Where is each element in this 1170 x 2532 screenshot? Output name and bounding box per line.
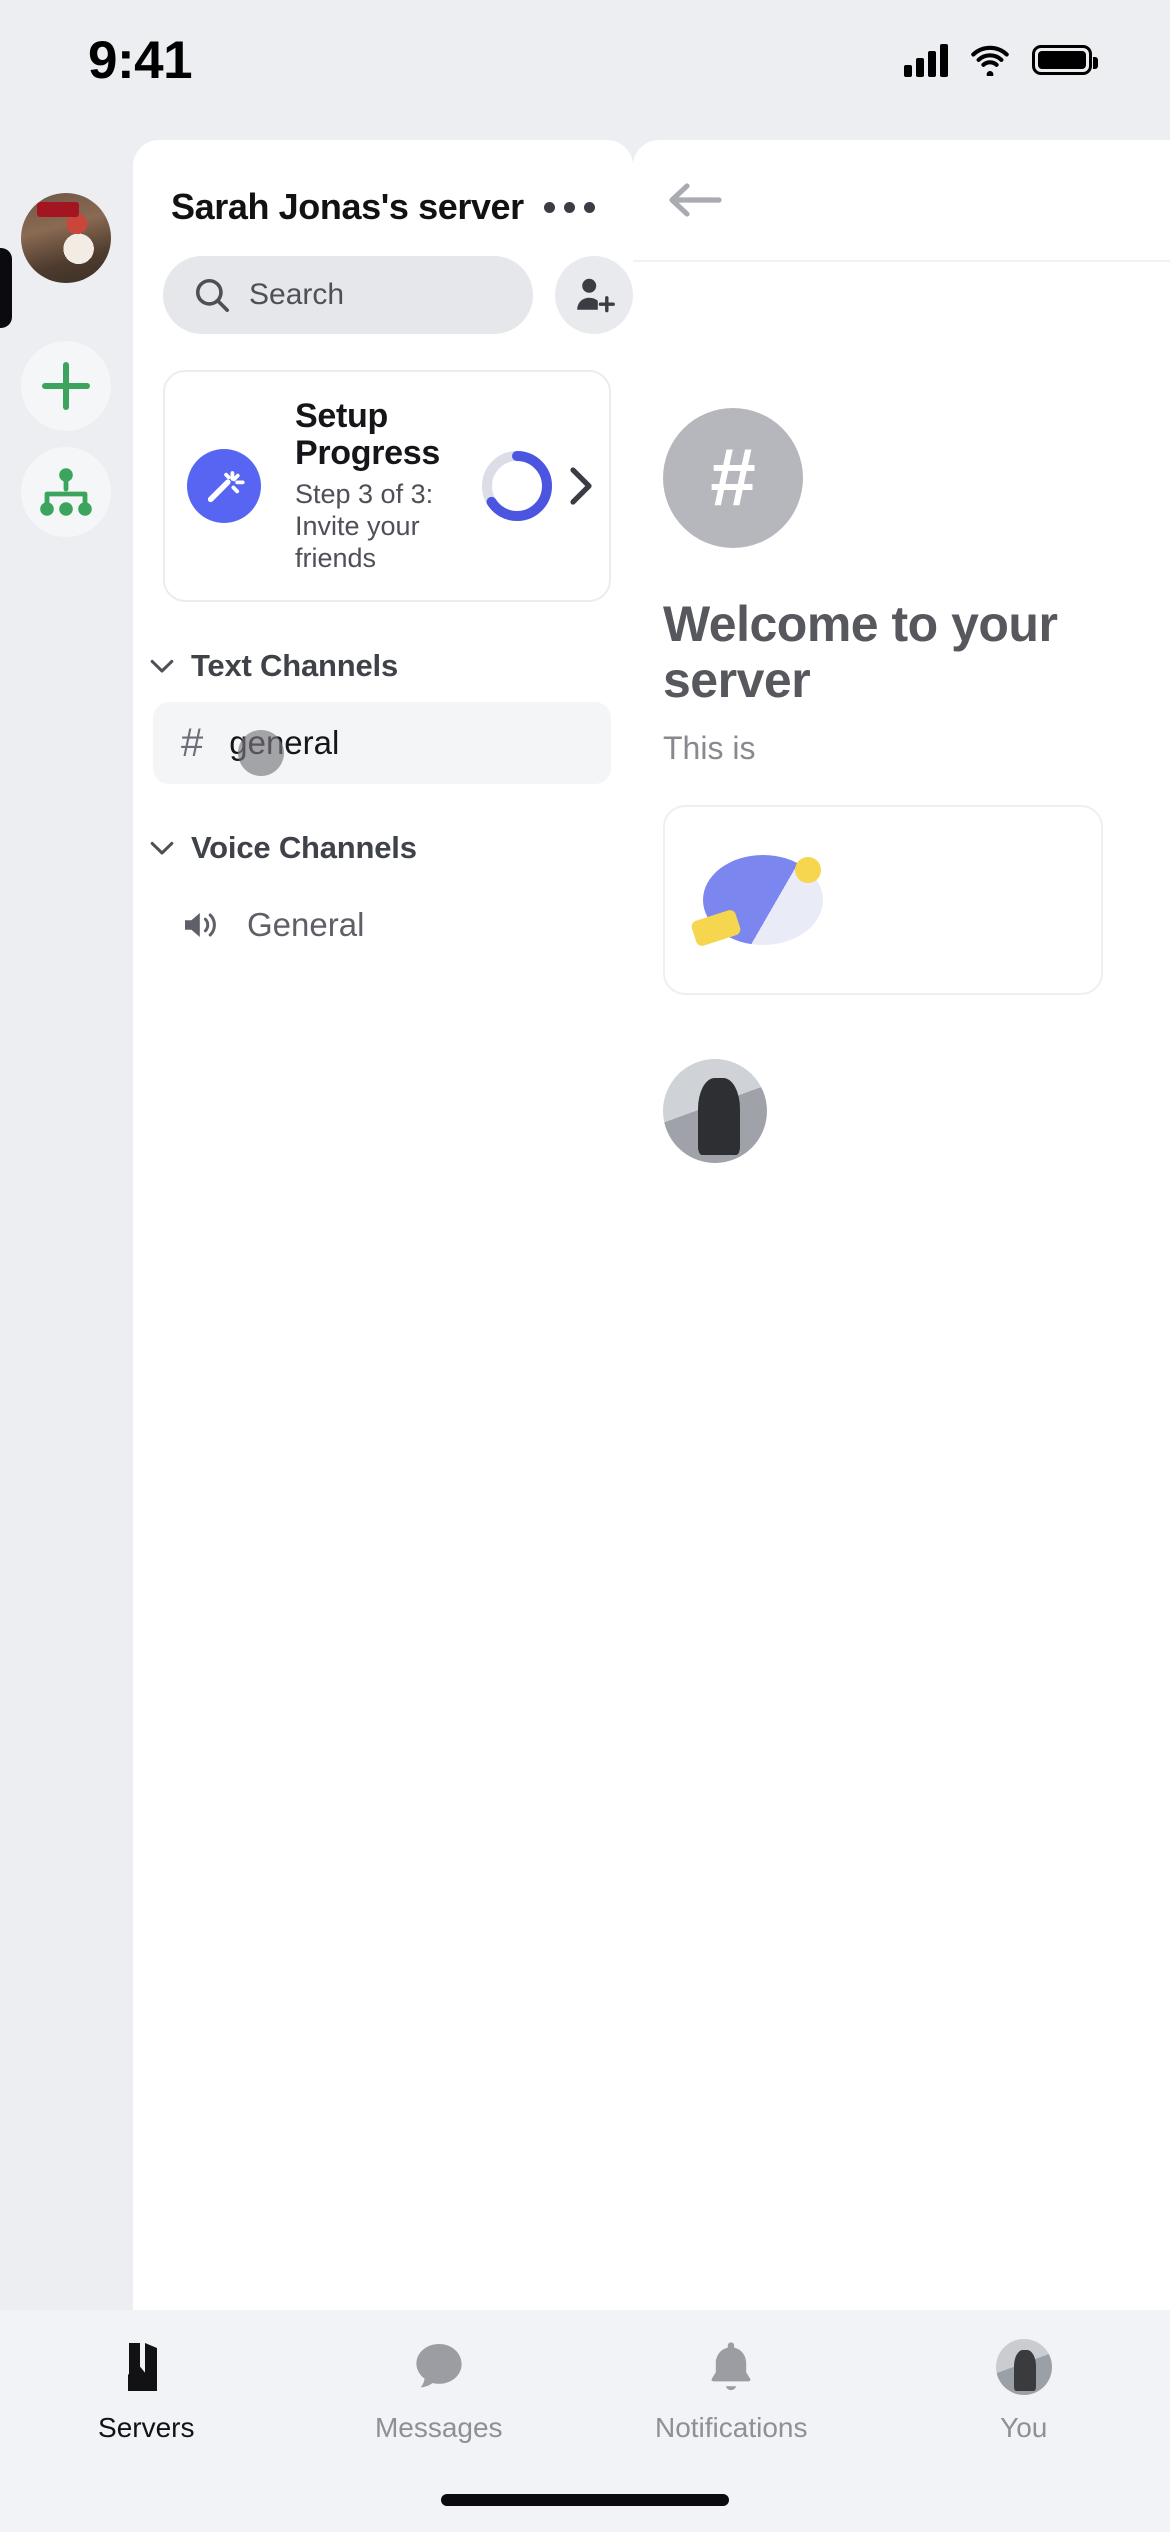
tab-label: Notifications bbox=[654, 2412, 808, 2443]
tab-label: Messages bbox=[374, 2412, 503, 2443]
tab-label: You bbox=[1000, 2412, 1048, 2443]
server-rail bbox=[0, 120, 133, 2310]
channel-hash-badge: # bbox=[663, 408, 803, 548]
tab-servers[interactable]: Servers bbox=[0, 2336, 293, 2444]
onboarding-card[interactable] bbox=[663, 805, 1103, 995]
setup-progress-text: Setup Progress Step 3 of 3: Invite your … bbox=[261, 397, 479, 574]
section-header-voice-channels[interactable]: Voice Channels bbox=[133, 830, 633, 866]
section-label: Text Channels bbox=[191, 648, 398, 684]
user-avatar-icon bbox=[995, 2336, 1052, 2398]
hash-icon: # bbox=[710, 432, 756, 523]
rocket-icon bbox=[703, 855, 823, 945]
channel-item-general-text[interactable]: # general bbox=[153, 702, 611, 785]
search-icon bbox=[195, 278, 230, 313]
hierarchy-icon bbox=[40, 468, 92, 516]
tab-label: Servers bbox=[98, 2412, 195, 2443]
setup-progress-title: Setup Progress bbox=[295, 397, 441, 473]
channel-content-header bbox=[633, 140, 1170, 262]
magic-wand-icon bbox=[207, 471, 245, 503]
more-horizontal-icon[interactable] bbox=[536, 192, 603, 223]
tab-notifications[interactable]: Notifications bbox=[585, 2336, 878, 2444]
channel-name: General bbox=[247, 906, 365, 944]
message-row bbox=[663, 1059, 1170, 1163]
speaker-icon bbox=[185, 913, 216, 938]
touch-indicator bbox=[238, 730, 284, 776]
status-bar-time: 9:41 bbox=[88, 30, 193, 90]
active-server-indicator bbox=[0, 248, 12, 328]
plus-icon-vertical bbox=[63, 362, 69, 410]
phone-screen: 9:41 # Welcome to your server This is Sa… bbox=[0, 0, 1170, 2532]
tab-you[interactable]: You bbox=[878, 2336, 1170, 2444]
invite-people-button[interactable] bbox=[555, 256, 633, 334]
channel-content-panel: # Welcome to your server This is bbox=[633, 140, 1170, 2310]
search-input[interactable]: Search bbox=[163, 256, 533, 334]
chevron-down-icon bbox=[150, 660, 174, 673]
channel-item-general-voice[interactable]: General bbox=[153, 884, 611, 966]
wifi-icon bbox=[971, 45, 1009, 76]
server-header: Sarah Jonas's server bbox=[133, 140, 633, 228]
search-placeholder: Search bbox=[249, 278, 345, 311]
status-bar-indicators bbox=[904, 43, 1098, 77]
search-row: Search bbox=[133, 228, 633, 334]
add-server-button[interactable] bbox=[21, 341, 111, 431]
setup-progress-subtitle: Step 3 of 3: Invite your friends bbox=[295, 478, 434, 573]
magic-wand-icon-container bbox=[187, 449, 261, 524]
channel-welcome-body: # Welcome to your server This is bbox=[633, 408, 1170, 1163]
arrow-left-icon[interactable] bbox=[665, 176, 727, 224]
welcome-title: Welcome to your server bbox=[663, 596, 1058, 708]
hash-icon: # bbox=[181, 721, 204, 766]
servers-icon bbox=[118, 2336, 174, 2398]
tab-messages[interactable]: Messages bbox=[293, 2336, 586, 2444]
page-title: Sarah Jonas's server bbox=[171, 186, 524, 227]
explore-servers-button[interactable] bbox=[21, 447, 111, 537]
section-label: Voice Channels bbox=[191, 830, 417, 866]
cellular-signal-icon bbox=[904, 43, 948, 77]
chevron-right-icon bbox=[570, 467, 592, 505]
server-channel-panel: Sarah Jonas's server Search Setup Progre… bbox=[133, 140, 633, 2310]
avatar bbox=[995, 2339, 1052, 2395]
person-add-icon bbox=[577, 278, 615, 313]
setup-progress-card[interactable]: Setup Progress Step 3 of 3: Invite your … bbox=[163, 370, 611, 603]
section-header-text-channels[interactable]: Text Channels bbox=[133, 648, 633, 684]
welcome-subtitle: This is bbox=[663, 730, 756, 766]
chevron-down-icon bbox=[150, 842, 174, 855]
chat-bubble-icon bbox=[410, 2336, 468, 2398]
setup-progress-ring bbox=[479, 448, 555, 524]
avatar bbox=[663, 1059, 767, 1163]
setup-progress-chevron[interactable] bbox=[555, 462, 595, 510]
status-bar: 9:41 bbox=[0, 0, 1170, 120]
bell-icon bbox=[705, 2336, 757, 2398]
avatar-poster-decoration bbox=[37, 202, 79, 218]
home-indicator bbox=[441, 2494, 729, 2506]
sidebar-item-sarah-jonas-server[interactable] bbox=[21, 193, 111, 283]
battery-full-icon bbox=[1032, 45, 1098, 75]
